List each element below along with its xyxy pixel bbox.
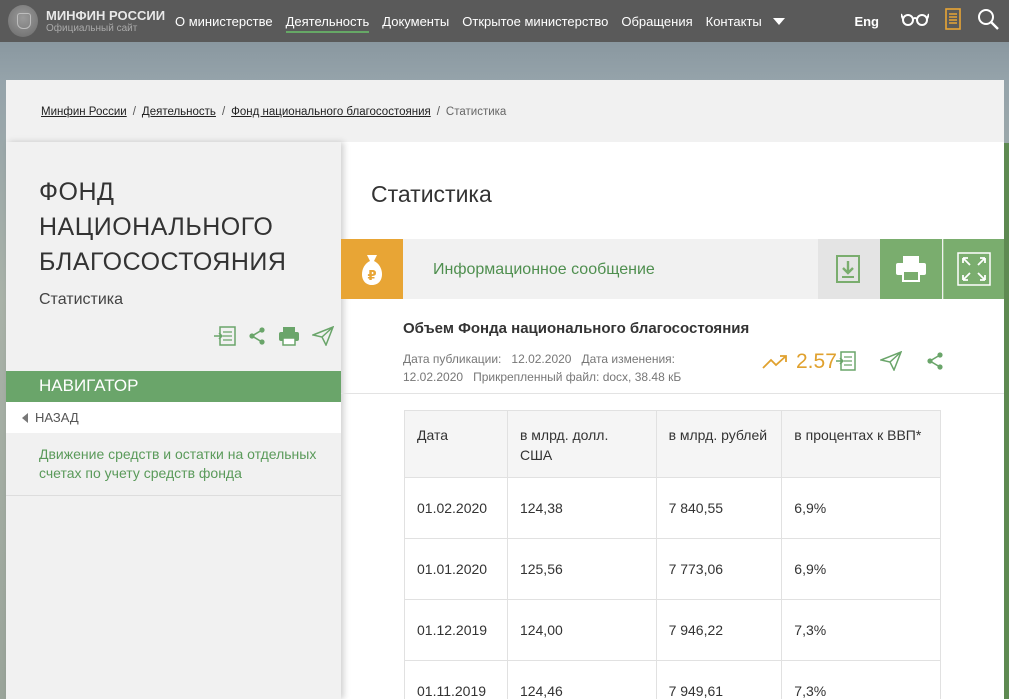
cell-gdp: 7,3% [781, 599, 941, 661]
logo-subtitle: Официальный сайт [46, 22, 138, 34]
table-row: 01.01.2020 125,56 7 773,06 6,9% [404, 538, 941, 600]
breadcrumb-separator: / [221, 106, 226, 118]
svg-text:₽: ₽ [367, 269, 376, 284]
cell-date: 01.11.2019 [404, 660, 508, 699]
search-icon[interactable] [977, 8, 999, 35]
right-edge-strip [1004, 143, 1009, 699]
column-header-rub: в млрд. рублей [655, 410, 783, 478]
sidebar-link-accounts[interactable]: Движение средств и остатки на отдельных … [39, 445, 334, 483]
table-row: 01.12.2019 124,00 7 946,22 7,3% [404, 599, 941, 661]
breadcrumb-separator: / [436, 106, 440, 118]
share-icon[interactable] [926, 352, 944, 370]
breadcrumb-link-fund[interactable]: Фонд национального благосостояния [231, 106, 431, 118]
nav-item-activity[interactable]: Деятельность [285, 0, 369, 42]
info-message-label: Информационное сообщение [433, 261, 655, 278]
mod-date: 12.02.2020 [403, 370, 464, 384]
fullscreen-button[interactable] [943, 239, 1004, 299]
sidebar-actions [214, 326, 346, 346]
main-nav: О министерстве Деятельность Документы От… [175, 0, 785, 42]
subscribe-icon[interactable] [836, 351, 856, 371]
back-link[interactable]: НАЗАД [6, 402, 341, 433]
views-counter: 2.57 [762, 350, 837, 374]
document-title: Объем Фонда национального благосостояния [403, 320, 750, 337]
site-logo[interactable]: МИНФИН РОССИИ Официальный сайт [8, 5, 168, 37]
file-label: Прикрепленный файл: [473, 370, 600, 384]
breadcrumb-current: Статистика [445, 106, 507, 118]
document-meta: Дата публикации: 12.02.2020 Дата изменен… [403, 350, 733, 386]
trend-up-icon [762, 355, 787, 369]
sidebar-title: ФОНД НАЦИОНАЛЬНОГО БЛАГОСОСТОЯНИЯ [39, 178, 287, 276]
sidebar: ФОНД НАЦИОНАЛЬНОГО БЛАГОСОСТОЯНИЯ Статис… [6, 142, 341, 699]
pub-date: 12.02.2020 [511, 352, 572, 366]
document-actions [836, 351, 968, 371]
document-icon[interactable] [945, 7, 961, 35]
page-content: Минфин России / Деятельность / Фонд национал… [6, 80, 1004, 699]
cell-rub: 7 946,22 [655, 599, 783, 661]
cell-usd: 124,38 [506, 477, 657, 539]
cell-usd: 124,46 [506, 660, 657, 699]
cell-rub: 7 773,06 [655, 538, 783, 600]
logo-title: МИНФИН РОССИИ [46, 7, 166, 23]
print-icon [896, 256, 926, 282]
column-header-gdp: в процентах к ВВП* [781, 410, 941, 478]
back-link-label: НАЗАД [35, 410, 79, 425]
top-navigation-bar: МИНФИН РОССИИ Официальный сайт О министе… [0, 0, 1009, 42]
cell-usd: 125,56 [506, 538, 657, 600]
language-switch[interactable]: Eng [854, 14, 879, 29]
content-divider [341, 393, 1004, 394]
page-title: Статистика [371, 181, 492, 207]
breadcrumb: Минфин России / Деятельность / Фонд национал… [6, 80, 1004, 142]
logo-text: МИНФИН РОССИИ Официальный сайт [46, 9, 165, 34]
table-row: 01.02.2020 124,38 7 840,55 6,9% [404, 477, 941, 539]
sidebar-divider [6, 495, 341, 496]
table-row: 01.11.2019 124,46 7 949,61 7,3% [404, 660, 941, 699]
print-button[interactable] [880, 239, 942, 299]
mod-date-label: Дата изменения: [581, 352, 675, 366]
views-count: 2.57 [796, 350, 837, 373]
breadcrumb-separator: / [132, 106, 136, 118]
nav-item-contacts[interactable]: Контакты [706, 0, 762, 42]
download-button[interactable] [818, 239, 880, 299]
cell-gdp: 6,9% [781, 538, 941, 600]
nav-item-appeals[interactable]: Обращения [621, 0, 692, 42]
column-header-usd: в млрд. долл. США [506, 410, 657, 478]
print-icon[interactable] [278, 326, 300, 346]
nav-item-documents[interactable]: Документы [382, 0, 449, 42]
nav-item-about[interactable]: О министерстве [175, 0, 273, 42]
sidebar-subtitle: Статистика [39, 291, 124, 308]
top-right-tools: Eng [854, 0, 1009, 42]
cell-date: 01.02.2020 [404, 477, 508, 539]
table-header-row: Дата в млрд. долл. США в млрд. рублей в … [404, 410, 941, 478]
cell-usd: 124,00 [506, 599, 657, 661]
nav-item-open-ministry[interactable]: Открытое министерство [462, 0, 608, 42]
share-icon[interactable] [248, 327, 266, 345]
coat-of-arms-icon [8, 5, 38, 37]
file-info[interactable]: docx, 38.48 кБ [603, 370, 682, 384]
cell-gdp: 7,3% [781, 660, 941, 699]
subscribe-icon[interactable] [214, 326, 236, 346]
accessibility-glasses-icon[interactable] [900, 11, 930, 32]
cell-rub: 7 949,61 [655, 660, 783, 699]
column-header-date: Дата [404, 410, 508, 478]
info-bar: ₽ Информационное сообщение [341, 239, 1004, 299]
send-icon[interactable] [312, 326, 334, 346]
pub-date-label: Дата публикации: [403, 352, 502, 366]
download-icon [836, 255, 860, 283]
expand-icon [957, 252, 991, 286]
breadcrumb-link-minfin[interactable]: Минфин России [41, 106, 127, 118]
breadcrumb-link-activity[interactable]: Деятельность [142, 106, 216, 118]
cell-gdp: 6,9% [781, 477, 941, 539]
cell-date: 01.01.2020 [404, 538, 508, 600]
back-arrow-icon [22, 413, 28, 423]
more-menu-caret-icon[interactable] [772, 17, 785, 25]
navigator-header: НАВИГАТОР [6, 371, 341, 402]
send-icon[interactable] [880, 351, 902, 371]
fund-volume-table: Дата в млрд. долл. США в млрд. рублей в … [404, 410, 941, 699]
cell-rub: 7 840,55 [655, 477, 783, 539]
money-bag-icon: ₽ [341, 239, 403, 299]
cell-date: 01.12.2019 [404, 599, 508, 661]
